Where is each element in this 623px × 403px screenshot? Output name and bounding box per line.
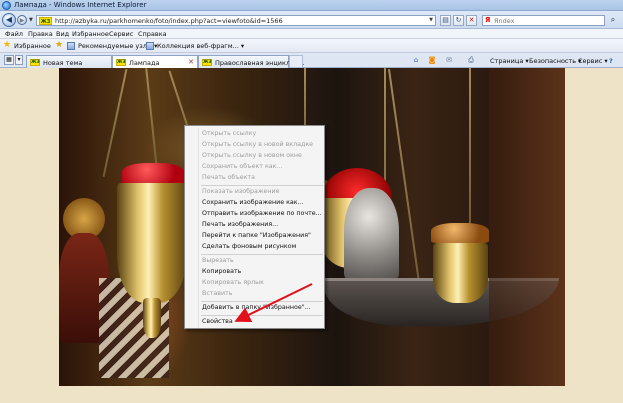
annotation-arrow — [234, 283, 313, 322]
arrow-line — [234, 283, 313, 322]
